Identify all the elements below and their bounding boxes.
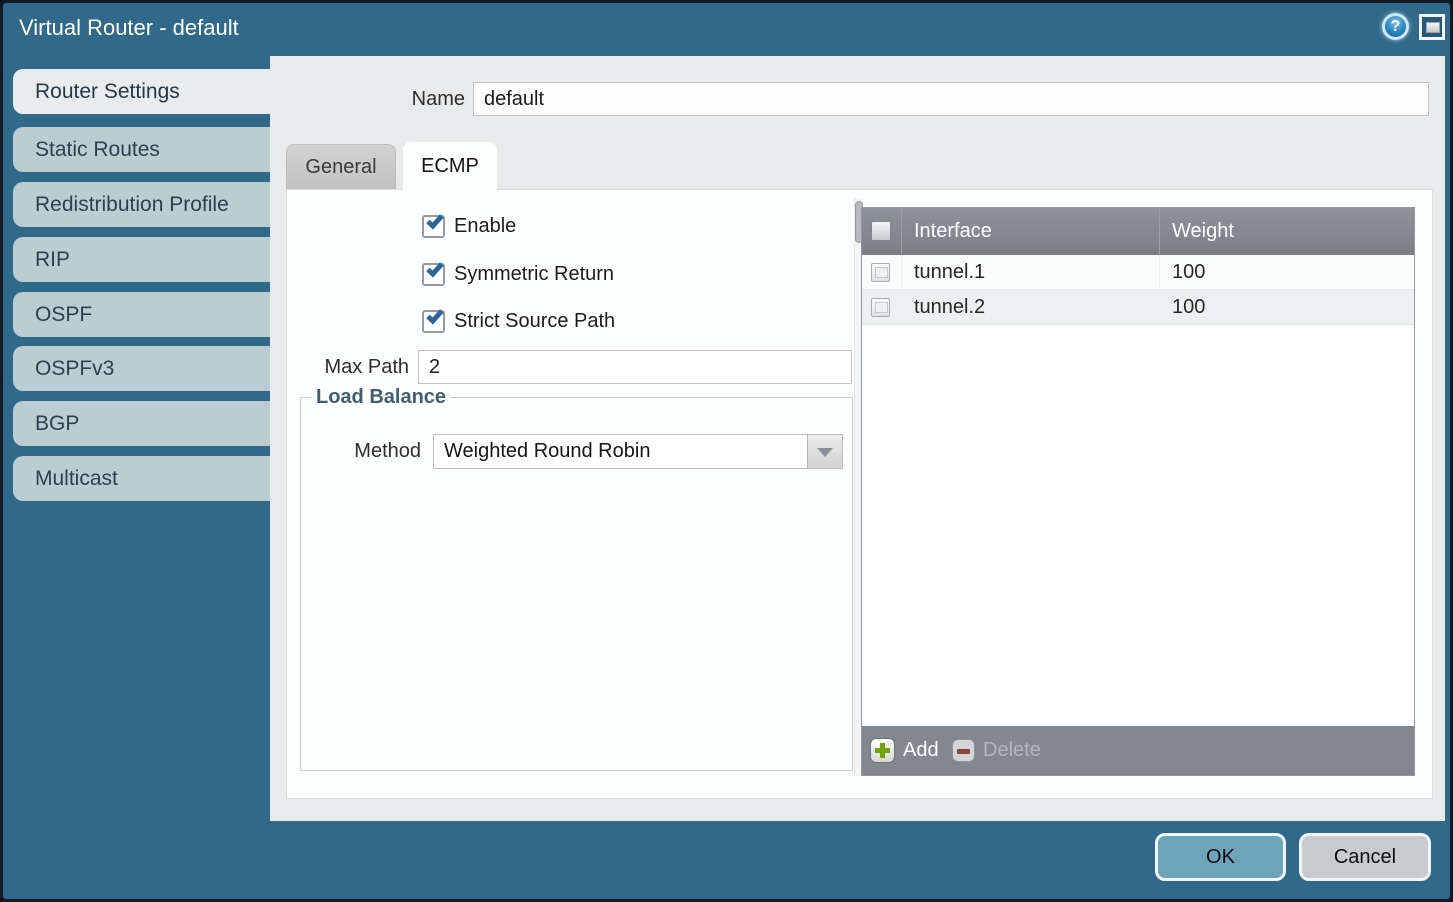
weight-cell: 100 (1159, 290, 1415, 325)
chevron-down-icon[interactable] (807, 435, 842, 468)
table-row[interactable]: tunnel.1 100 (862, 255, 1414, 290)
interface-column-header: Interface (901, 208, 1159, 255)
select-all-checkbox[interactable] (871, 221, 891, 241)
header-checkbox-cell (862, 208, 901, 255)
sidebar-item-static-routes[interactable]: Static Routes (13, 127, 270, 172)
delete-button[interactable]: Delete (952, 726, 1041, 775)
max-path-label: Max Path (287, 350, 409, 384)
check-icon (426, 212, 443, 230)
name-label: Name (343, 82, 465, 116)
sidebar-item-multicast[interactable]: Multicast (13, 456, 270, 501)
sidebar-item-label: RIP (35, 248, 70, 271)
sidebar-item-router-settings[interactable]: Router Settings (13, 69, 270, 114)
sidebar-item-label: Multicast (35, 467, 118, 490)
method-dropdown[interactable]: Weighted Round Robin (433, 434, 843, 469)
plus-icon (870, 738, 895, 763)
row-checkbox[interactable] (871, 263, 890, 282)
sidebar-item-label: OSPF (35, 303, 92, 326)
tab-ecmp[interactable]: ECMP (403, 142, 497, 190)
max-path-input[interactable] (418, 350, 852, 384)
restore-window-icon[interactable] (1419, 14, 1445, 40)
enable-checkbox[interactable] (422, 215, 445, 238)
check-icon (426, 260, 443, 278)
tab-general[interactable]: General (286, 144, 396, 189)
dialog-title: Virtual Router - default (19, 3, 239, 53)
titlebar: Virtual Router - default ? (3, 3, 1450, 53)
interface-cell: tunnel.2 (901, 290, 1159, 325)
load-balance-legend: Load Balance (311, 386, 451, 409)
ecmp-tab-content: Enable Symmetric Return Strict Source Pa… (286, 189, 1433, 799)
sidebar-item-label: Redistribution Profile (35, 193, 229, 216)
sidebar-item-ospfv3[interactable]: OSPFv3 (13, 346, 270, 391)
row-checkbox[interactable] (871, 298, 890, 317)
interface-table: Interface Weight tunnel.1 100 tunnel.2 1… (861, 207, 1415, 776)
ok-button[interactable]: OK (1155, 833, 1286, 881)
enable-label: Enable (454, 215, 516, 238)
load-balance-group: Load Balance Method Weighted Round Robin (300, 386, 853, 771)
weight-column-header: Weight (1159, 208, 1415, 255)
strict-source-path-label: Strict Source Path (454, 310, 615, 333)
symmetric-return-label: Symmetric Return (454, 263, 614, 286)
method-label: Method (306, 434, 421, 469)
delete-button-label: Delete (983, 739, 1041, 762)
strict-source-path-checkbox[interactable] (422, 310, 445, 333)
cancel-button[interactable]: Cancel (1299, 833, 1431, 881)
sidebar-item-label: Static Routes (35, 138, 160, 161)
sidebar-item-redistribution-profile[interactable]: Redistribution Profile (13, 182, 270, 227)
sidebar-item-label: OSPFv3 (35, 357, 114, 380)
add-button[interactable]: Add (870, 726, 939, 775)
sidebar-item-bgp[interactable]: BGP (13, 401, 270, 446)
sidebar-item-label: BGP (35, 412, 79, 435)
weight-cell: 100 (1159, 255, 1415, 290)
symmetric-return-checkbox[interactable] (422, 263, 445, 286)
sidebar-item-rip[interactable]: RIP (13, 237, 270, 282)
virtual-router-dialog: Virtual Router - default ? Router Settin… (0, 0, 1453, 902)
sidebar-item-ospf[interactable]: OSPF (13, 292, 270, 337)
sidebar-item-label: Router Settings (35, 80, 180, 103)
check-icon (426, 307, 443, 325)
table-header: Interface Weight (862, 208, 1414, 255)
minus-icon (952, 739, 975, 762)
interface-cell: tunnel.1 (901, 255, 1159, 290)
method-dropdown-value: Weighted Round Robin (444, 435, 650, 468)
name-input[interactable] (473, 82, 1429, 116)
table-row[interactable]: tunnel.2 100 (862, 290, 1414, 325)
table-footer: Add Delete (862, 726, 1414, 775)
add-button-label: Add (903, 739, 939, 762)
help-icon[interactable]: ? (1382, 13, 1409, 40)
